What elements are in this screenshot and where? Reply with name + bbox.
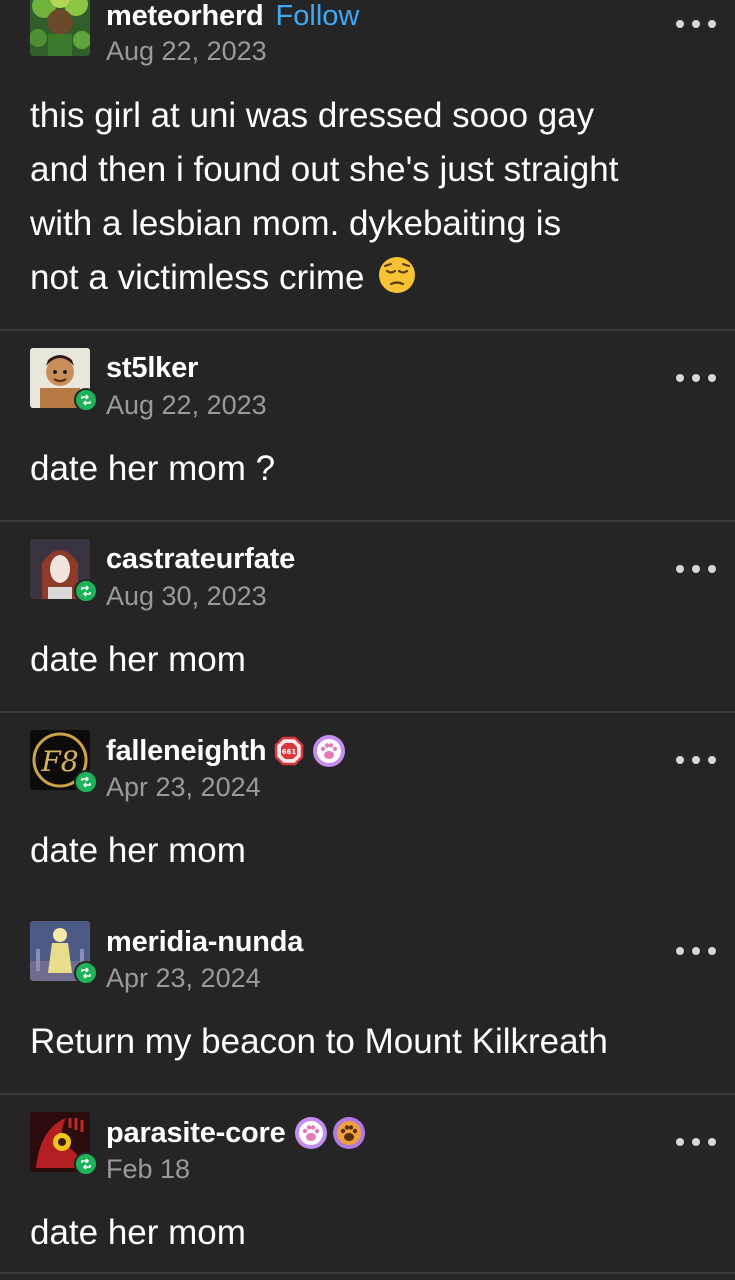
reblog-icon	[74, 1152, 98, 1176]
reblog-icon	[74, 961, 98, 985]
reblog-post: parasite-core Feb 18 date her mom	[0, 1095, 735, 1280]
username[interactable]: meteorherd	[106, 0, 264, 33]
reblog-post: castrateurfate Aug 30, 2023 date her mom	[0, 522, 735, 712]
orange-paw-badge-icon[interactable]	[332, 1116, 366, 1150]
post-date: Aug 22, 2023	[106, 36, 267, 66]
post-body: Return my beacon to Mount Kilkreath	[30, 1022, 608, 1061]
red-octagon-badge-icon[interactable]: 661	[274, 736, 304, 766]
username[interactable]: falleneighth	[106, 735, 267, 768]
post-body: date her mom	[30, 640, 246, 679]
more-options-icon[interactable]	[676, 945, 716, 957]
post-date: Feb 18	[106, 1154, 191, 1184]
post-body-last-line: not a victimless crime	[30, 251, 720, 311]
original-post: meteorherd Follow Aug 22, 2023 this girl…	[0, 0, 735, 330]
reblog-icon	[74, 388, 98, 412]
username[interactable]: meridia-nunda	[106, 926, 303, 959]
reblog-icon	[74, 579, 98, 603]
pensive-face-icon	[377, 255, 417, 311]
username-row: meteorherd Follow	[106, 0, 359, 34]
post-body: date her mom	[30, 1213, 246, 1252]
divider	[0, 1272, 735, 1274]
post-body: date her mom	[30, 831, 246, 870]
follow-button[interactable]: Follow	[276, 0, 360, 33]
username-row: st5lker	[106, 350, 198, 386]
post-body-line: and then i found out she's just straight	[30, 150, 619, 189]
post-body-line: with a lesbian mom. dykebaiting is	[30, 204, 562, 243]
green-foliage-character-avatar	[30, 0, 90, 56]
paw-print-badge-icon[interactable]	[294, 1116, 328, 1150]
post-date: Aug 22, 2023	[106, 390, 267, 420]
more-options-icon[interactable]	[676, 563, 716, 575]
post-body: date her mom ?	[30, 449, 276, 488]
paw-print-badge-icon[interactable]	[312, 734, 346, 768]
more-options-icon[interactable]	[676, 18, 716, 30]
reblog-icon	[74, 770, 98, 794]
username[interactable]: castrateurfate	[106, 543, 295, 576]
avatar-monogram: F8	[40, 745, 78, 778]
reblog-thread: meteorherd Follow Aug 22, 2023 this girl…	[0, 0, 735, 1280]
username[interactable]: parasite-core	[106, 1117, 286, 1150]
reblog-post: st5lker Aug 22, 2023 date her mom ?	[0, 331, 735, 521]
post-date: Apr 23, 2024	[106, 963, 261, 993]
username-row: meridia-nunda	[106, 924, 303, 960]
username[interactable]: st5lker	[106, 352, 198, 385]
reblog-post: F8 falleneighth 661 Apr 23, 2024 date he…	[0, 713, 735, 883]
more-options-icon[interactable]	[676, 372, 716, 384]
reblog-post: meridia-nunda Apr 23, 2024 Return my bea…	[0, 904, 735, 1094]
username-row: castrateurfate	[106, 541, 295, 577]
post-date: Aug 30, 2023	[106, 581, 267, 611]
post-body: this girl at uni was dressed sooo gay an…	[30, 89, 720, 311]
avatar[interactable]	[30, 0, 90, 56]
post-date: Apr 23, 2024	[106, 772, 261, 802]
username-row: parasite-core	[106, 1115, 366, 1151]
username-row: falleneighth 661	[106, 733, 346, 769]
post-body-line: this girl at uni was dressed sooo gay	[30, 96, 595, 135]
badge-number: 661	[282, 748, 297, 756]
more-options-icon[interactable]	[676, 1136, 716, 1148]
post-body-line: not a victimless crime	[30, 258, 365, 297]
more-options-icon[interactable]	[676, 754, 716, 766]
